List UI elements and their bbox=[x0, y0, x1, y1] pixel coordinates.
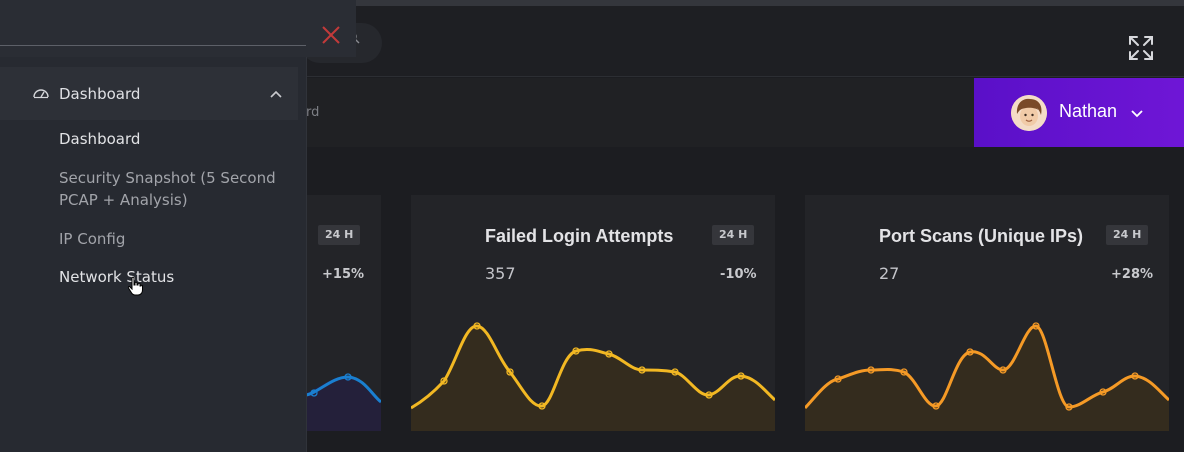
stat-card-failed-logins: Failed Login Attempts 357 24 H -10% bbox=[411, 195, 775, 431]
user-menu-button[interactable]: Nathan bbox=[974, 78, 1184, 147]
sidebar-subitem-security-snapshot[interactable]: Security Snapshot (5 Second bbox=[59, 167, 276, 189]
user-name: Nathan bbox=[1059, 101, 1118, 121]
sidebar-subitem-security-snapshot-cont[interactable]: PCAP + Analysis) bbox=[59, 189, 188, 211]
close-icon[interactable] bbox=[321, 25, 341, 45]
stat-card-port-scans: Port Scans (Unique IPs) 27 24 H +28% bbox=[805, 195, 1169, 431]
chevron-up-icon bbox=[270, 90, 282, 98]
sidebar-item-label: Dashboard bbox=[59, 85, 141, 103]
sidebar-subitem-network-status[interactable]: Network Status bbox=[59, 266, 174, 288]
sidebar: Dashboard Dashboard Security Snapshot (5… bbox=[0, 0, 356, 452]
sidebar-subitem-ip-config[interactable]: IP Config bbox=[59, 228, 125, 250]
sidebar-item-dashboard[interactable]: Dashboard bbox=[0, 67, 298, 120]
breadcrumb[interactable]: rd bbox=[306, 105, 319, 120]
sparkline-chart bbox=[805, 322, 1169, 431]
dashboard-gauge-icon bbox=[33, 89, 49, 99]
sparkline-chart bbox=[411, 322, 775, 431]
app-page: rd Nathan 24 H +15% Failed Login Attempt… bbox=[0, 0, 1184, 452]
sidebar-header bbox=[0, 0, 356, 57]
avatar bbox=[1011, 95, 1047, 131]
chevron-down-icon bbox=[1131, 110, 1143, 118]
hand-cursor-icon bbox=[127, 276, 143, 296]
header-divider bbox=[0, 45, 306, 46]
sidebar-subitem-dashboard[interactable]: Dashboard bbox=[59, 128, 140, 150]
fullscreen-expand-icon[interactable] bbox=[1127, 34, 1155, 62]
